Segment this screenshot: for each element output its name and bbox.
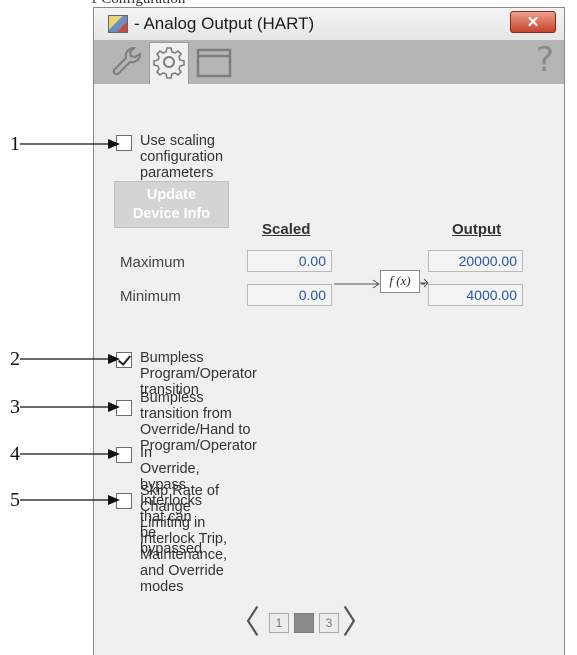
- callout-3-arrow: [20, 402, 120, 412]
- scaled-header: Scaled: [262, 221, 311, 238]
- update-device-info-button[interactable]: Update Device Info: [114, 181, 229, 228]
- scaled-maximum-value[interactable]: 0.00: [247, 250, 332, 272]
- scaled-minimum-value[interactable]: 0.00: [247, 284, 332, 306]
- callout-1-number: 1: [10, 133, 20, 155]
- callout-5-number: 5: [10, 489, 20, 511]
- minimum-label: Minimum: [120, 288, 181, 305]
- toolbar: ?: [94, 40, 564, 84]
- maintenance-tab-button[interactable]: [106, 42, 146, 82]
- page-2-button[interactable]: 2: [294, 613, 314, 633]
- wrench-icon: [112, 47, 141, 76]
- previous-page-button[interactable]: 〈: [228, 606, 260, 638]
- page-1-button[interactable]: 1: [269, 613, 289, 633]
- update-button-line2: Device Info: [132, 206, 211, 222]
- output-minimum-value[interactable]: 4000.00: [428, 284, 523, 306]
- update-button-line1: Update: [146, 187, 197, 203]
- window-title: - Analog Output (HART): [134, 14, 315, 33]
- close-button[interactable]: ✕: [510, 11, 556, 33]
- callout-1-arrow: [20, 139, 120, 149]
- output-maximum-value[interactable]: 20000.00: [428, 250, 523, 272]
- title-bar: - Analog Output (HART) ✕: [94, 8, 564, 40]
- page-navigator: 〈 1 2 3 〉: [94, 604, 564, 644]
- callout-4-arrow: [20, 449, 120, 459]
- callout-2-number: 2: [10, 348, 20, 370]
- app-icon: [108, 15, 128, 33]
- skip-rate-of-change-label: Skip Rate of Change Limiting in Interloc…: [140, 483, 227, 595]
- output-header: Output: [452, 221, 502, 238]
- display-tab-button[interactable]: [194, 42, 234, 82]
- skip-rate-of-change-label-line2: Maintenance, and Override modes: [140, 547, 228, 595]
- callout-2-arrow: [20, 354, 120, 364]
- next-page-button[interactable]: 〉: [342, 606, 374, 638]
- window-icon: [196, 48, 232, 78]
- callout-5-arrow: [20, 495, 120, 505]
- output-arrow: [420, 278, 429, 288]
- callout-3-number: 3: [10, 396, 20, 418]
- help-icon[interactable]: ?: [536, 40, 554, 80]
- scaling-function-block: f (x): [380, 270, 420, 293]
- maximum-label: Maximum: [120, 254, 186, 271]
- gear-icon: [153, 47, 185, 79]
- bumpless-override-hand-label-line1: Bumpless transition from Override/Hand t…: [140, 390, 251, 438]
- faceplate-window: - Analog Output (HART) ✕ ? Use scaling c…: [93, 7, 565, 655]
- skip-rate-of-change-label-line1: Skip Rate of Change Limiting in Interloc…: [140, 483, 228, 547]
- callout-4-number: 4: [10, 443, 20, 465]
- page-3-button[interactable]: 3: [319, 613, 339, 633]
- configuration-tab-button[interactable]: [149, 42, 189, 84]
